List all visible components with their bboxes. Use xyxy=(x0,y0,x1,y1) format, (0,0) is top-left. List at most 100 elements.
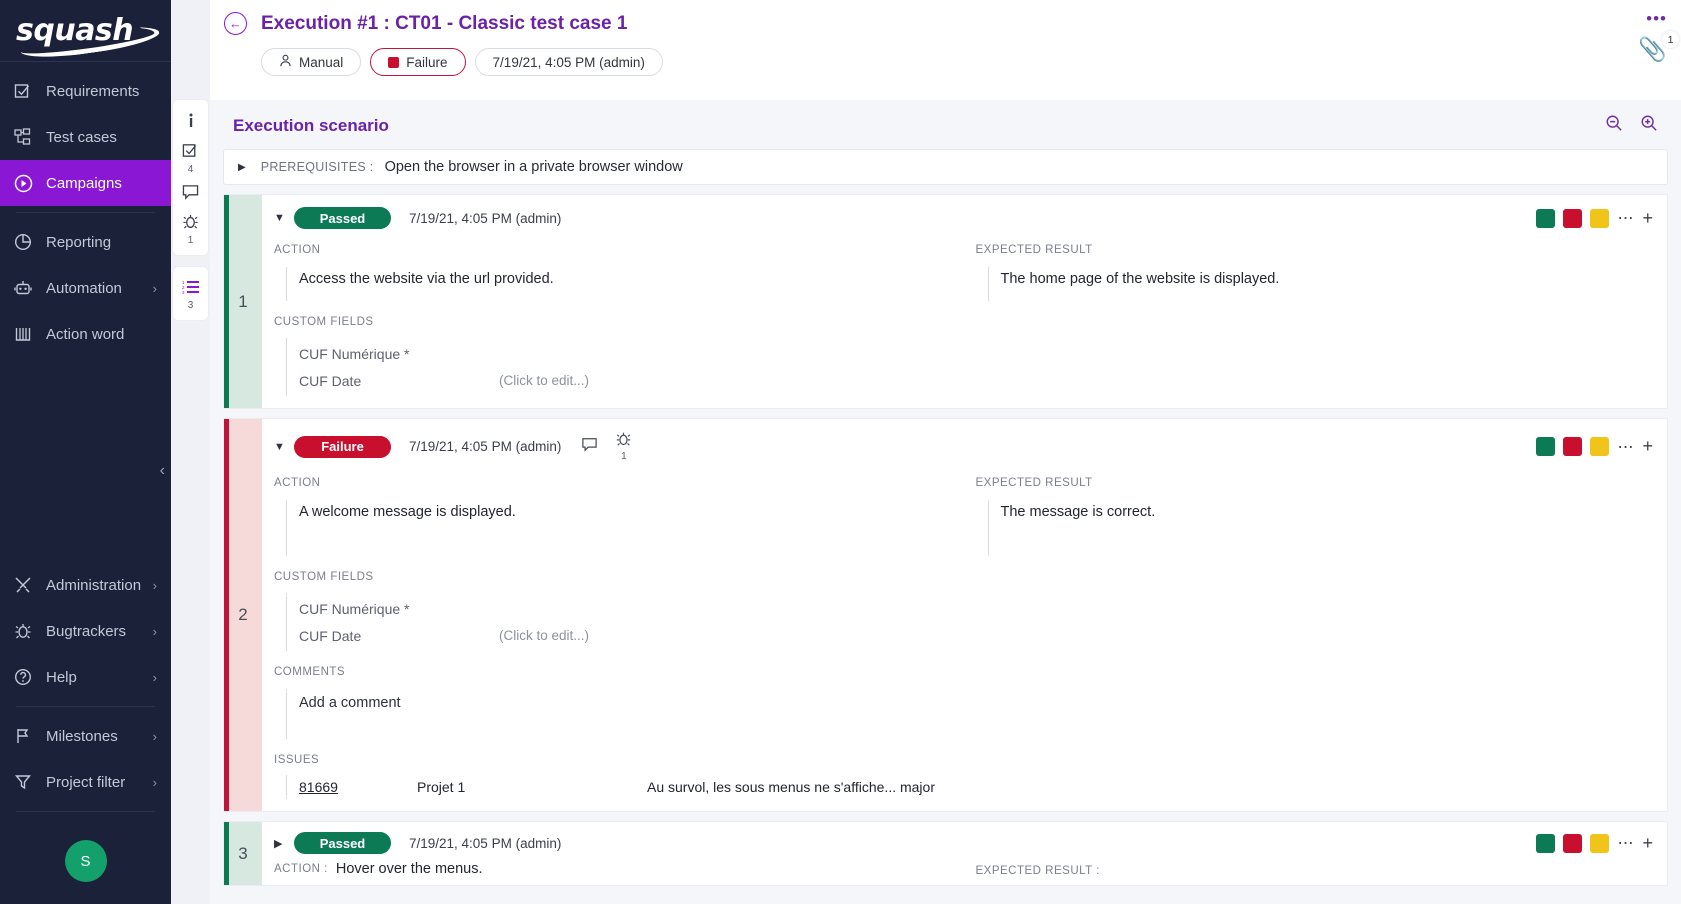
expected-result-label: EXPECTED RESULT xyxy=(975,477,1093,489)
status-chips: Manual Failure 7/19/21, 4:05 PM (admin) xyxy=(210,35,1681,76)
set-blocked-button[interactable] xyxy=(1590,833,1610,853)
expand-triangle-icon[interactable]: ▶ xyxy=(238,162,246,173)
step-overflow-menu-button[interactable]: ⋯ xyxy=(1617,437,1634,457)
step-overflow-menu-button[interactable]: ⋯ xyxy=(1617,833,1634,853)
step-columns: ACTION A welcome message is displayed. C… xyxy=(262,462,1667,799)
sidebar-item-requirements[interactable]: Requirements xyxy=(0,68,171,114)
back-button[interactable]: ← xyxy=(224,12,247,35)
sidebar-item-label: Help xyxy=(46,668,77,686)
rail-button-bugs[interactable]: 1 xyxy=(173,207,208,249)
panel-rail: 4 1 123 3 xyxy=(171,0,210,904)
sidebar-item-label: Reporting xyxy=(46,233,112,251)
step-status-pill[interactable]: Passed xyxy=(294,207,391,229)
scenario-content: Execution scenario ▶ PREREQUISITES : Ope… xyxy=(210,100,1681,904)
sidebar-item-automation[interactable]: Automation › xyxy=(0,265,171,311)
rail-badge: 1 xyxy=(187,235,194,246)
step-bug-button[interactable]: 1 xyxy=(615,431,632,462)
sidebar-nav-top: Requirements Test cases Campaigns Report xyxy=(0,62,171,357)
sidebar-item-test-cases[interactable]: Test cases xyxy=(0,114,171,160)
collapse-caret-icon[interactable]: ▼ xyxy=(274,212,294,224)
rail-button-comments[interactable] xyxy=(173,178,208,207)
action-text: Hover over the menus. xyxy=(335,861,483,877)
set-passed-button[interactable] xyxy=(1536,437,1556,456)
custom-field-row[interactable]: CUF Numérique * xyxy=(299,340,954,367)
set-blocked-button[interactable] xyxy=(1590,208,1610,228)
custom-field-value[interactable]: (Click to edit...) xyxy=(499,373,589,388)
set-failed-button[interactable] xyxy=(1563,833,1583,853)
prerequisites-row[interactable]: ▶ PREREQUISITES : Open the browser in a … xyxy=(223,149,1668,185)
rail-button-tests[interactable]: 4 xyxy=(173,136,208,178)
step-comment-button[interactable] xyxy=(581,437,598,457)
prerequisites-text: Open the browser in a private browser wi… xyxy=(384,159,683,175)
step-body: ▶ Passed 7/19/21, 4:05 PM (admin) ⋯ + AC… xyxy=(262,822,1667,885)
chip-execution-mode[interactable]: Manual xyxy=(261,48,362,76)
set-passed-button[interactable] xyxy=(1536,208,1556,228)
step-header: ▶ Passed 7/19/21, 4:05 PM (admin) ⋯ + xyxy=(262,829,1667,854)
step-left-column: ACTION A welcome message is displayed. C… xyxy=(262,462,966,799)
step-add-button[interactable]: + xyxy=(1642,833,1653,854)
step-row: 3 ▶ Passed 7/19/21, 4:05 PM (admin) ⋯ + xyxy=(223,821,1668,886)
step-bug-count: 1 xyxy=(621,451,627,462)
sidebar-item-action-word[interactable]: Action word xyxy=(0,311,171,357)
sidebar-item-administration[interactable]: Administration › xyxy=(0,562,171,608)
expand-caret-icon[interactable]: ▶ xyxy=(274,837,294,850)
step-overflow-menu-button[interactable]: ⋯ xyxy=(1617,208,1634,228)
chevron-right-icon: › xyxy=(152,774,157,790)
step-number: 1 xyxy=(224,195,262,408)
rail-button-steps[interactable]: 123 3 xyxy=(173,273,208,314)
zoom-out-icon[interactable] xyxy=(1605,114,1623,137)
sidebar-item-label: Requirements xyxy=(46,82,140,100)
collapse-caret-icon[interactable]: ▼ xyxy=(274,441,294,453)
sidebar-item-reporting[interactable]: Reporting xyxy=(0,219,171,265)
steps-list-icon: 123 xyxy=(182,279,200,300)
sidebar-item-bugtrackers[interactable]: Bugtrackers › xyxy=(0,608,171,654)
issue-id-link[interactable]: 81669 xyxy=(299,779,417,795)
avatar[interactable]: S xyxy=(64,840,107,882)
step-body: ▼ Passed 7/19/21, 4:05 PM (admin) ⋯ + AC… xyxy=(262,195,1667,408)
sidebar-nav-bottom: Administration › Bugtrackers › Help › Mi… xyxy=(0,556,171,818)
question-circle-icon xyxy=(14,668,40,686)
custom-field-row[interactable]: CUF Numérique * xyxy=(299,595,954,622)
topbar-actions: ••• 📎 1 xyxy=(1638,10,1679,63)
sidebar-item-help[interactable]: Help › xyxy=(0,654,171,700)
main-area: ← Execution #1 : CT01 - Classic test cas… xyxy=(210,0,1681,904)
zoom-in-icon[interactable] xyxy=(1640,114,1658,137)
logo[interactable]: squash xyxy=(0,0,171,62)
sidebar-collapse-button[interactable]: ‹ xyxy=(160,462,165,480)
sidebar-item-milestones[interactable]: Milestones › xyxy=(0,713,171,759)
set-passed-button[interactable] xyxy=(1536,833,1556,853)
sidebar-item-project-filter[interactable]: Project filter › xyxy=(0,759,171,805)
set-failed-button[interactable] xyxy=(1563,208,1583,228)
step-left-column: ACTION Access the website via the url pr… xyxy=(262,229,966,396)
step-head-icons: 1 xyxy=(581,431,632,462)
overflow-menu-button[interactable]: ••• xyxy=(1638,10,1667,27)
sidebar-item-label: Action word xyxy=(46,325,125,343)
expected-result-text: The message is correct. xyxy=(987,500,1656,556)
attachment-button[interactable]: 📎 1 xyxy=(1638,31,1679,63)
step-status-pill[interactable]: Failure xyxy=(294,435,391,458)
sidebar-divider xyxy=(16,811,155,812)
set-failed-button[interactable] xyxy=(1563,437,1583,456)
action-text: Access the website via the url provided. xyxy=(286,267,954,301)
custom-field-row[interactable]: CUF Date (Click to edit...) xyxy=(299,367,954,394)
custom-field-row[interactable]: CUF Date (Click to edit...) xyxy=(299,622,954,649)
set-blocked-button[interactable] xyxy=(1590,437,1610,456)
rail-button-information[interactable] xyxy=(173,106,208,136)
add-comment-input[interactable]: Add a comment xyxy=(286,689,954,739)
step-date: 7/19/21, 4:05 PM (admin) xyxy=(409,210,562,226)
step-add-button[interactable]: + xyxy=(1642,208,1653,229)
custom-field-name: CUF Numérique * xyxy=(299,345,410,362)
chip-execution-date[interactable]: 7/19/21, 4:05 PM (admin) xyxy=(474,48,663,76)
sidebar-item-campaigns[interactable]: Campaigns xyxy=(0,160,171,206)
chevron-right-icon: › xyxy=(152,669,157,685)
bug-icon xyxy=(182,213,199,235)
action-label: ACTION xyxy=(274,477,321,489)
chip-execution-status[interactable]: Failure xyxy=(370,48,466,76)
custom-fields-block: CUF Numérique * CUF Date (Click to edit.… xyxy=(286,338,954,396)
step-status-pill[interactable]: Passed xyxy=(294,832,391,854)
step-date: 7/19/21, 4:05 PM (admin) xyxy=(409,439,562,454)
bug-icon xyxy=(14,622,40,640)
custom-field-value[interactable]: (Click to edit...) xyxy=(499,628,589,643)
information-icon xyxy=(183,112,199,134)
step-add-button[interactable]: + xyxy=(1642,436,1653,457)
